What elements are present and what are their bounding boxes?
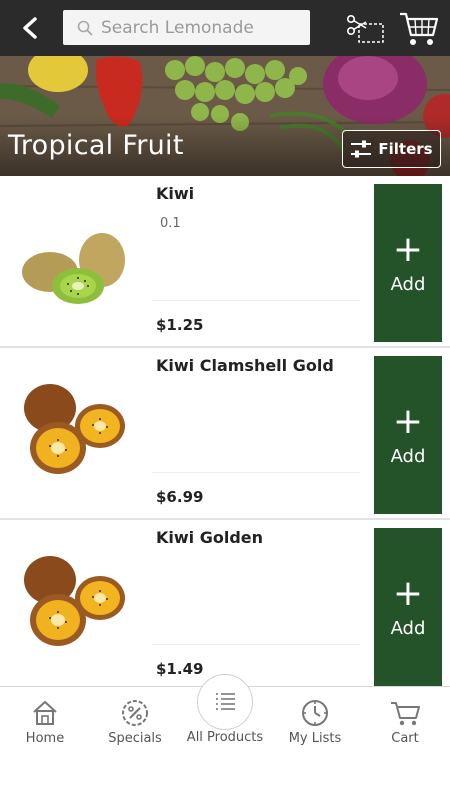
product-card[interactable]: Kiwi Clamshell Gold $6.99 + Add (0, 348, 450, 520)
nav-my-lists-label: My Lists (288, 731, 342, 746)
divider (152, 472, 360, 473)
product-image-golden-kiwi (24, 556, 125, 646)
back-button[interactable] (14, 12, 46, 44)
add-label: Add (390, 273, 426, 295)
product-name[interactable]: Kiwi Golden (156, 528, 263, 547)
list-icon (216, 693, 235, 710)
divider (152, 644, 360, 645)
add-to-cart-button[interactable]: + Add (374, 184, 442, 342)
cart-icon (400, 12, 439, 45)
filters-button[interactable]: Filters (342, 130, 441, 168)
search-input[interactable] (101, 17, 291, 38)
coupon-scissors-icon (346, 15, 384, 43)
divider (152, 300, 360, 301)
add-label: Add (390, 445, 426, 467)
filters-sliders-icon (351, 140, 372, 158)
product-card[interactable]: Kiwi 0.1 $1.25 + Add (0, 176, 450, 348)
nav-home-label: Home (25, 731, 65, 746)
nav-cart[interactable]: Cart (360, 687, 450, 757)
add-to-cart-button[interactable]: + Add (374, 356, 442, 514)
coupons-button[interactable] (345, 10, 385, 46)
home-icon (33, 700, 57, 725)
product-name[interactable]: Kiwi Clamshell Gold (156, 356, 334, 375)
product-image-golden-kiwi (24, 384, 125, 474)
clock-icon (302, 700, 328, 726)
specials-percent-icon (122, 700, 148, 726)
cart-icon (391, 702, 420, 726)
back-arrow-icon (23, 17, 37, 39)
nav-specials[interactable]: Specials (90, 687, 180, 757)
search-icon (77, 20, 93, 35)
plus-icon: + (392, 572, 424, 614)
nav-specials-label: Specials (108, 731, 162, 746)
product-price: $6.99 (156, 488, 204, 506)
category-banner: Tropical Fruit Filters (0, 56, 450, 176)
nav-all-products-label: All Products (186, 730, 264, 745)
nav-home[interactable]: Home (0, 687, 90, 757)
add-to-cart-button[interactable]: + Add (374, 528, 442, 686)
category-title: Tropical Fruit (8, 130, 184, 161)
product-size: 0.1 (160, 216, 181, 231)
nav-my-lists[interactable]: My Lists (270, 687, 360, 757)
plus-icon: + (392, 400, 424, 442)
search-box[interactable] (63, 10, 310, 45)
filters-label: Filters (378, 140, 433, 158)
nav-cart-label: Cart (391, 731, 419, 746)
cart-button[interactable] (398, 8, 440, 48)
product-image-kiwi (22, 233, 125, 304)
product-price: $1.25 (156, 316, 204, 334)
product-name[interactable]: Kiwi (156, 184, 194, 203)
add-label: Add (390, 617, 426, 639)
plus-icon: + (392, 228, 424, 270)
top-bar (0, 0, 450, 56)
product-list[interactable]: Kiwi 0.1 $1.25 + Add Kiwi Clamshell Gold… (0, 176, 450, 686)
product-card[interactable]: Kiwi Golden $1.49 + Add (0, 520, 450, 686)
nav-all-products[interactable]: All Products (180, 674, 270, 756)
